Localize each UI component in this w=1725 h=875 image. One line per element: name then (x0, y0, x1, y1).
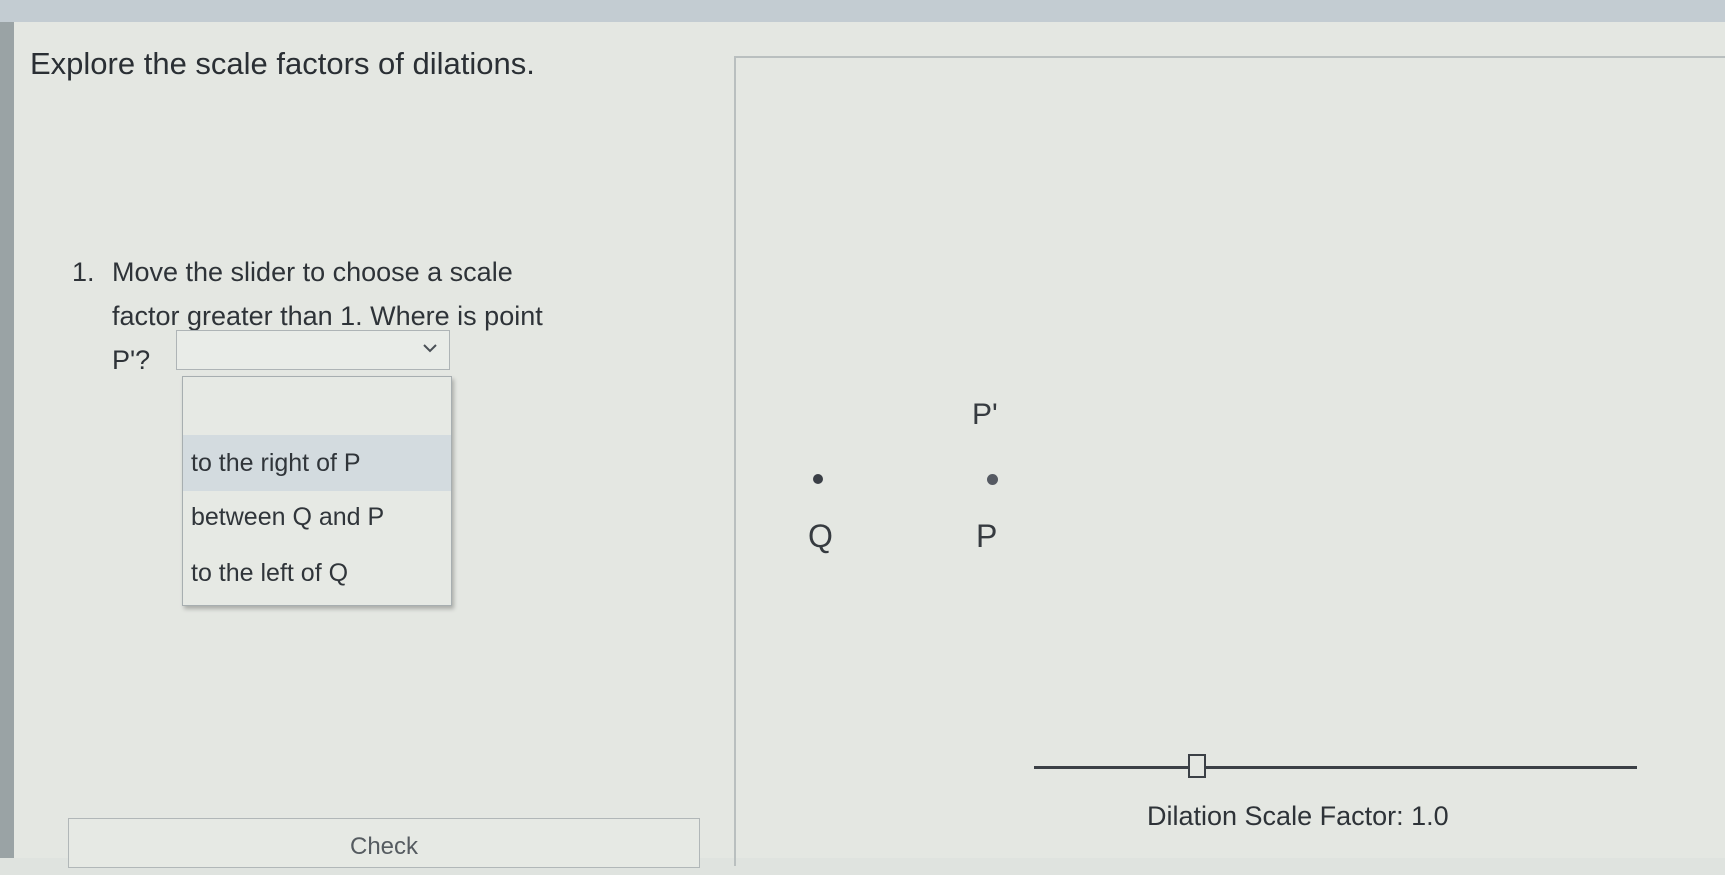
answer-dropdown-list: to the right of P between Q and P to the… (182, 376, 452, 606)
question-number: 1. (72, 257, 95, 287)
screen-left-edge (0, 22, 14, 858)
point-q-dot (813, 474, 823, 484)
point-p-label: P (976, 518, 998, 554)
dilation-canvas (734, 56, 1725, 866)
scale-factor-slider-track[interactable] (1034, 766, 1637, 769)
dropdown-option-right-of-p[interactable]: to the right of P (183, 435, 451, 491)
scale-factor-slider-handle[interactable] (1188, 754, 1206, 778)
chevron-down-icon (423, 344, 437, 353)
dropdown-option-between-q-and-p[interactable]: between Q and P (183, 489, 451, 545)
question-text-line-1: Move the slider to choose a scale (112, 257, 513, 287)
dropdown-option-blank[interactable] (183, 377, 451, 435)
dropdown-option-left-of-q[interactable]: to the left of Q (183, 545, 451, 601)
check-button[interactable]: Check (68, 818, 700, 868)
scale-factor-readout: Dilation Scale Factor: 1.0 (1147, 801, 1449, 831)
page-title: Explore the scale factors of dilations. (30, 46, 535, 81)
point-p-dot (987, 474, 998, 485)
question-text-suffix: P'? (112, 345, 151, 375)
point-p-prime-label: P' (972, 398, 998, 431)
browser-top-strip (0, 0, 1725, 22)
point-q-label: Q (808, 518, 833, 554)
answer-select[interactable] (176, 330, 450, 370)
